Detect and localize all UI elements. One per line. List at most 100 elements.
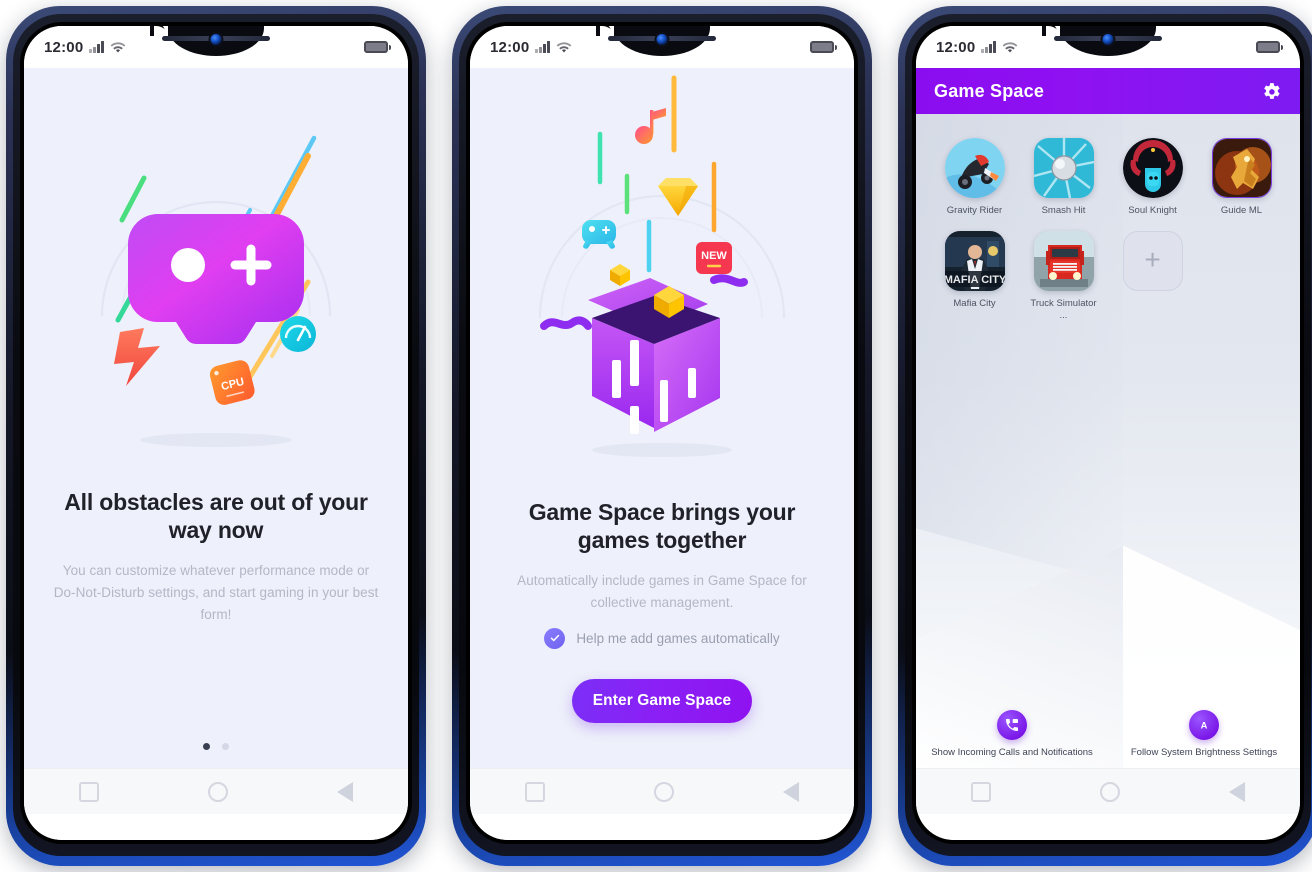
status-time: 12:00 <box>490 38 530 56</box>
guide-ml-icon <box>1211 138 1272 198</box>
grid-empty-slot <box>1197 231 1286 322</box>
wifi-icon <box>556 41 572 54</box>
front-camera-icon <box>1102 34 1114 45</box>
pagination-dot-1[interactable] <box>203 743 210 750</box>
screen-bottom-padding <box>916 814 1300 840</box>
battery-icon <box>1256 41 1283 53</box>
game-label: Gravity Rider <box>946 205 1003 216</box>
front-camera-icon <box>656 34 668 45</box>
page-subtitle: You can customize whatever performance m… <box>53 563 379 622</box>
option-incoming-calls[interactable]: Show Incoming Calls and Notifications <box>916 710 1108 758</box>
gamepad-illustration: CPU <box>24 68 408 488</box>
phone-screen-2: 12:00 NEW Game Space brings your games t… <box>470 26 854 840</box>
option-system-brightness[interactable]: A Follow System Brightness Settings <box>1108 710 1300 758</box>
option-label: Follow System Brightness Settings <box>1130 747 1278 758</box>
signal-bars-icon <box>981 41 996 53</box>
games-grid: Gravity Rider Smash Hit Soul Knight Guid… <box>916 114 1300 322</box>
game-space-header: Game Space <box>916 68 1300 114</box>
triangle-back-icon[interactable] <box>1229 781 1246 802</box>
phone-screen-1: 12:00 CPU All obstacles are out of your … <box>24 26 408 840</box>
square-recents-icon[interactable] <box>78 781 99 802</box>
game-tile-truck-simulator[interactable]: Truck Simulator ... <box>1019 231 1108 322</box>
circle-home-icon[interactable] <box>1099 781 1120 802</box>
status-time: 12:00 <box>44 38 84 56</box>
game-label: Smash Hit <box>1041 205 1086 216</box>
app-title: Game Space <box>934 80 1045 101</box>
add-game-tile[interactable]: + <box>1108 231 1197 322</box>
page-subtitle: Automatically include games in Game Spac… <box>517 573 807 610</box>
svg-text:A: A <box>1201 720 1208 730</box>
signal-bars-icon <box>535 41 550 53</box>
pagination-dot-2[interactable] <box>222 743 229 750</box>
checkbox-label: Help me add games automatically <box>576 630 780 646</box>
game-space-body: Game Space Gravity Rider Smash Hit Soul … <box>916 68 1300 768</box>
onboarding-text-1: All obstacles are out of your way now Yo… <box>24 488 408 626</box>
game-tile-guide-ml[interactable]: Guide ML <box>1197 138 1286 217</box>
auto-brightness-icon[interactable]: A <box>1189 710 1219 740</box>
gear-icon[interactable] <box>1260 80 1282 102</box>
game-label: Soul Knight <box>1128 205 1177 216</box>
status-bar-left: 12:00 <box>44 39 126 56</box>
circle-home-icon[interactable] <box>207 781 228 802</box>
front-camera-icon <box>210 34 222 45</box>
phone-device-1: 12:00 CPU All obstacles are out of your … <box>6 6 426 866</box>
game-tile-gravity-rider[interactable]: Gravity Rider <box>930 138 1019 217</box>
soul-knight-icon <box>1122 138 1183 198</box>
status-bar-left: 12:00 <box>490 39 572 56</box>
phone-screen-3: 12:00 Game Space Gravity Rider Smash Hit… <box>916 26 1300 840</box>
screen-bottom-padding <box>470 814 854 840</box>
mafia-city-icon: MAFIA CITY <box>944 231 1005 292</box>
phone-inner-bezel: 12:00 <box>20 22 412 844</box>
onboarding-text-2: Game Space brings your games together Au… <box>470 498 854 723</box>
add-game-button[interactable]: + <box>1122 231 1183 292</box>
pagination-dots[interactable] <box>24 743 408 750</box>
battery-icon <box>364 41 391 53</box>
plus-icon: + <box>1144 243 1161 275</box>
game-label: Mafia City <box>953 298 996 310</box>
square-recents-icon[interactable] <box>524 781 545 802</box>
svg-text:NEW: NEW <box>701 250 727 262</box>
auto-add-games-checkbox[interactable]: Help me add games automatically <box>498 627 826 649</box>
game-space-options: Show Incoming Calls and Notifications A … <box>916 710 1300 768</box>
status-time: 12:00 <box>936 38 976 56</box>
screen-bottom-padding <box>24 814 408 840</box>
game-label: Truck Simulator ... <box>1030 298 1097 322</box>
status-bar-right <box>1256 41 1283 53</box>
battery-icon <box>810 41 837 53</box>
phone-device-2: 12:00 NEW Game Space brings your games t… <box>452 6 872 866</box>
smash-hit-icon <box>1033 138 1094 198</box>
android-nav-bar <box>916 768 1300 814</box>
option-label: Show Incoming Calls and Notifications <box>931 747 1093 758</box>
phone-device-3: 12:00 Game Space Gravity Rider Smash Hit… <box>898 6 1312 866</box>
phone-call-icon[interactable] <box>997 710 1027 740</box>
status-bar-left: 12:00 <box>936 39 1018 56</box>
phone-inner-bezel: 12:00 Game Space Gravity Rider Smash Hit… <box>912 22 1304 844</box>
game-space-stage: Gravity Rider Smash Hit Soul Knight Guid… <box>916 114 1300 768</box>
game-label: Guide ML <box>1220 205 1263 216</box>
page-title: Game Space brings your games together <box>528 499 796 554</box>
screenshot-stage: 12:00 CPU All obstacles are out of your … <box>0 0 1312 872</box>
open-box-illustration: NEW <box>470 68 854 498</box>
truck-simulator-icon <box>1033 231 1094 292</box>
wifi-icon <box>1002 41 1018 54</box>
android-nav-bar <box>470 768 854 814</box>
svg-text:MAFIA CITY: MAFIA CITY <box>945 274 1005 286</box>
triangle-back-icon[interactable] <box>783 781 800 802</box>
game-tile-soul-knight[interactable]: Soul Knight <box>1108 138 1197 217</box>
enter-game-space-button[interactable]: Enter Game Space <box>572 678 752 723</box>
onboarding-body-1: CPU All obstacles are out of your way no… <box>24 68 408 768</box>
wifi-icon <box>110 41 126 54</box>
triangle-back-icon[interactable] <box>337 781 354 802</box>
square-recents-icon[interactable] <box>970 781 991 802</box>
phone-inner-bezel: 12:00 <box>466 22 858 844</box>
status-bar-right <box>364 41 391 53</box>
circle-home-icon[interactable] <box>653 781 674 802</box>
signal-bars-icon <box>89 41 104 53</box>
android-nav-bar <box>24 768 408 814</box>
check-circle-icon[interactable] <box>544 627 566 649</box>
status-bar-right <box>810 41 837 53</box>
onboarding-body-2: NEW Game Space brings your games togethe… <box>470 68 854 768</box>
game-tile-mafia-city[interactable]: MAFIA CITY Mafia City <box>930 231 1019 322</box>
gravity-rider-icon <box>944 138 1005 198</box>
game-tile-smash-hit[interactable]: Smash Hit <box>1019 138 1108 217</box>
